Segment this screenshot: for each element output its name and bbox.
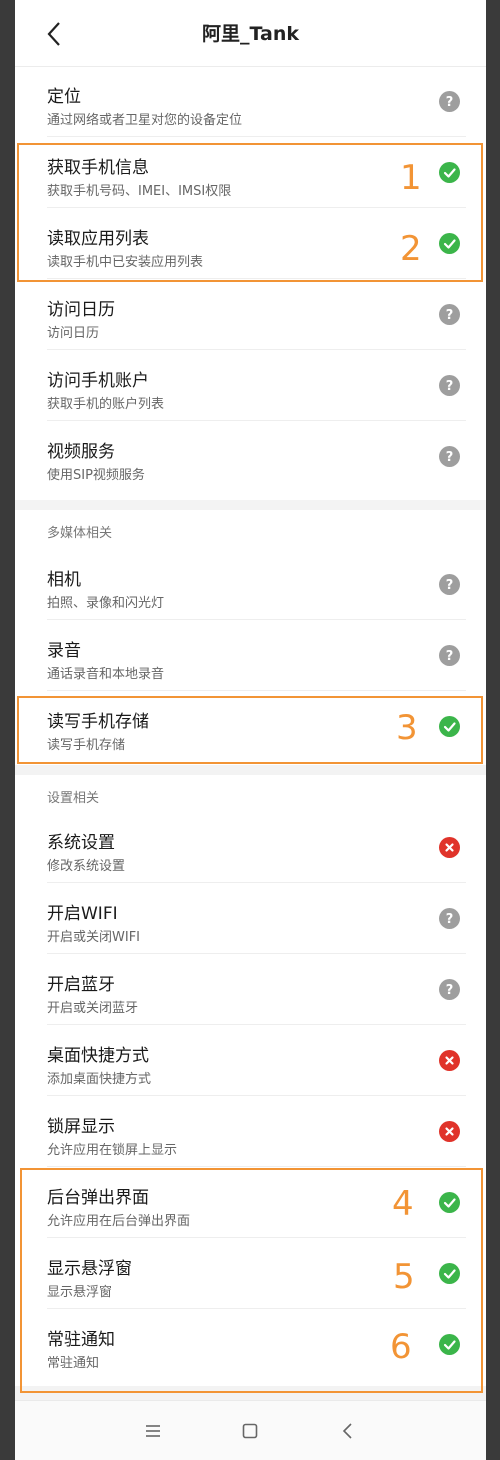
section-label: 设置相关 [47, 791, 100, 806]
permission-title: 定位 [47, 87, 81, 107]
annotation-number: 3 [396, 708, 418, 748]
cross-circle-icon[interactable] [439, 1121, 460, 1142]
permission-title: 录音 [47, 641, 81, 661]
annotation-number: 4 [392, 1184, 414, 1224]
svg-text:?: ? [446, 983, 454, 998]
svg-text:?: ? [446, 95, 454, 110]
svg-text:?: ? [446, 578, 454, 593]
permission-subtitle: 获取手机的账户列表 [47, 397, 165, 412]
permission-row-system-settings[interactable]: 系统设置 修改系统设置 [15, 812, 486, 883]
permission-subtitle: 通过网络或者卫星对您的设备定位 [47, 113, 243, 128]
question-circle-icon[interactable]: ? [439, 645, 460, 666]
menu-icon[interactable] [141, 1419, 165, 1443]
question-circle-icon[interactable]: ? [439, 574, 460, 595]
svg-text:?: ? [446, 308, 454, 323]
svg-text:?: ? [446, 649, 454, 664]
permission-row-wifi[interactable]: 开启WIFI 开启或关闭WIFI ? [15, 883, 486, 954]
system-nav-bar [15, 1400, 486, 1460]
permission-title: 开启蓝牙 [47, 975, 115, 995]
permission-row-camera[interactable]: 相机 拍照、录像和闪光灯 ? [15, 549, 486, 620]
annotation-number: 6 [390, 1327, 412, 1367]
question-circle-icon[interactable]: ? [439, 446, 460, 467]
permission-row-location[interactable]: 定位 通过网络或者卫星对您的设备定位 ? [15, 66, 486, 137]
annotation-number: 5 [393, 1257, 415, 1297]
annotation-number: 2 [400, 229, 422, 269]
cross-circle-icon[interactable] [439, 837, 460, 858]
permission-title: 锁屏显示 [47, 1117, 115, 1137]
svg-text:?: ? [446, 450, 454, 465]
permission-title: 视频服务 [47, 442, 115, 462]
permission-subtitle: 修改系统设置 [47, 859, 126, 874]
permission-title: 相机 [47, 570, 81, 590]
section-header-multimedia: 多媒体相关 [15, 500, 486, 549]
permission-row-desktop-shortcut[interactable]: 桌面快捷方式 添加桌面快捷方式 [15, 1025, 486, 1096]
home-square-icon[interactable] [238, 1419, 262, 1443]
permission-title: 访问日历 [47, 300, 115, 320]
permission-subtitle: 开启或关闭蓝牙 [47, 1001, 139, 1016]
permission-subtitle: 允许应用在锁屏上显示 [47, 1143, 178, 1158]
page-title: 阿里_Tank [202, 23, 299, 45]
section-separator [15, 765, 486, 775]
permission-row-lockscreen[interactable]: 锁屏显示 允许应用在锁屏上显示 [15, 1096, 486, 1167]
cross-circle-icon[interactable] [439, 1050, 460, 1071]
question-circle-icon[interactable]: ? [439, 979, 460, 1000]
question-circle-icon[interactable]: ? [439, 91, 460, 112]
permission-title: 系统设置 [47, 833, 115, 853]
question-circle-icon[interactable]: ? [439, 375, 460, 396]
back-chevron-icon[interactable] [336, 1419, 360, 1443]
permission-title: 桌面快捷方式 [47, 1046, 149, 1066]
section-separator [15, 500, 486, 510]
section-label: 多媒体相关 [47, 526, 113, 541]
permission-row-calendar[interactable]: 访问日历 访问日历 ? [15, 279, 486, 350]
question-circle-icon[interactable]: ? [439, 304, 460, 325]
permission-title: 开启WIFI [47, 904, 118, 924]
question-circle-icon[interactable]: ? [439, 908, 460, 929]
permission-settings-screen: 阿里_Tank 定位 通过网络或者卫星对您的设备定位 ? 获取手机信息 获取手机… [15, 0, 486, 1460]
permission-subtitle: 使用SIP视频服务 [47, 468, 145, 483]
permission-subtitle: 访问日历 [47, 326, 100, 341]
permission-row-accounts[interactable]: 访问手机账户 获取手机的账户列表 ? [15, 350, 486, 421]
annotation-number: 1 [400, 158, 422, 198]
svg-text:?: ? [446, 912, 454, 927]
svg-text:?: ? [446, 379, 454, 394]
permission-subtitle: 添加桌面快捷方式 [47, 1072, 152, 1087]
permission-row-recording[interactable]: 录音 通话录音和本地录音 ? [15, 620, 486, 691]
permission-row-bluetooth[interactable]: 开启蓝牙 开启或关闭蓝牙 ? [15, 954, 486, 1025]
permission-subtitle: 开启或关闭WIFI [47, 930, 140, 945]
header: 阿里_Tank [15, 0, 486, 67]
permission-subtitle: 拍照、录像和闪光灯 [47, 596, 165, 611]
permission-title: 访问手机账户 [47, 371, 149, 391]
permission-subtitle: 通话录音和本地录音 [47, 667, 165, 682]
permission-row-video-service[interactable]: 视频服务 使用SIP视频服务 ? [15, 421, 486, 492]
section-header-settings: 设置相关 [15, 765, 486, 813]
